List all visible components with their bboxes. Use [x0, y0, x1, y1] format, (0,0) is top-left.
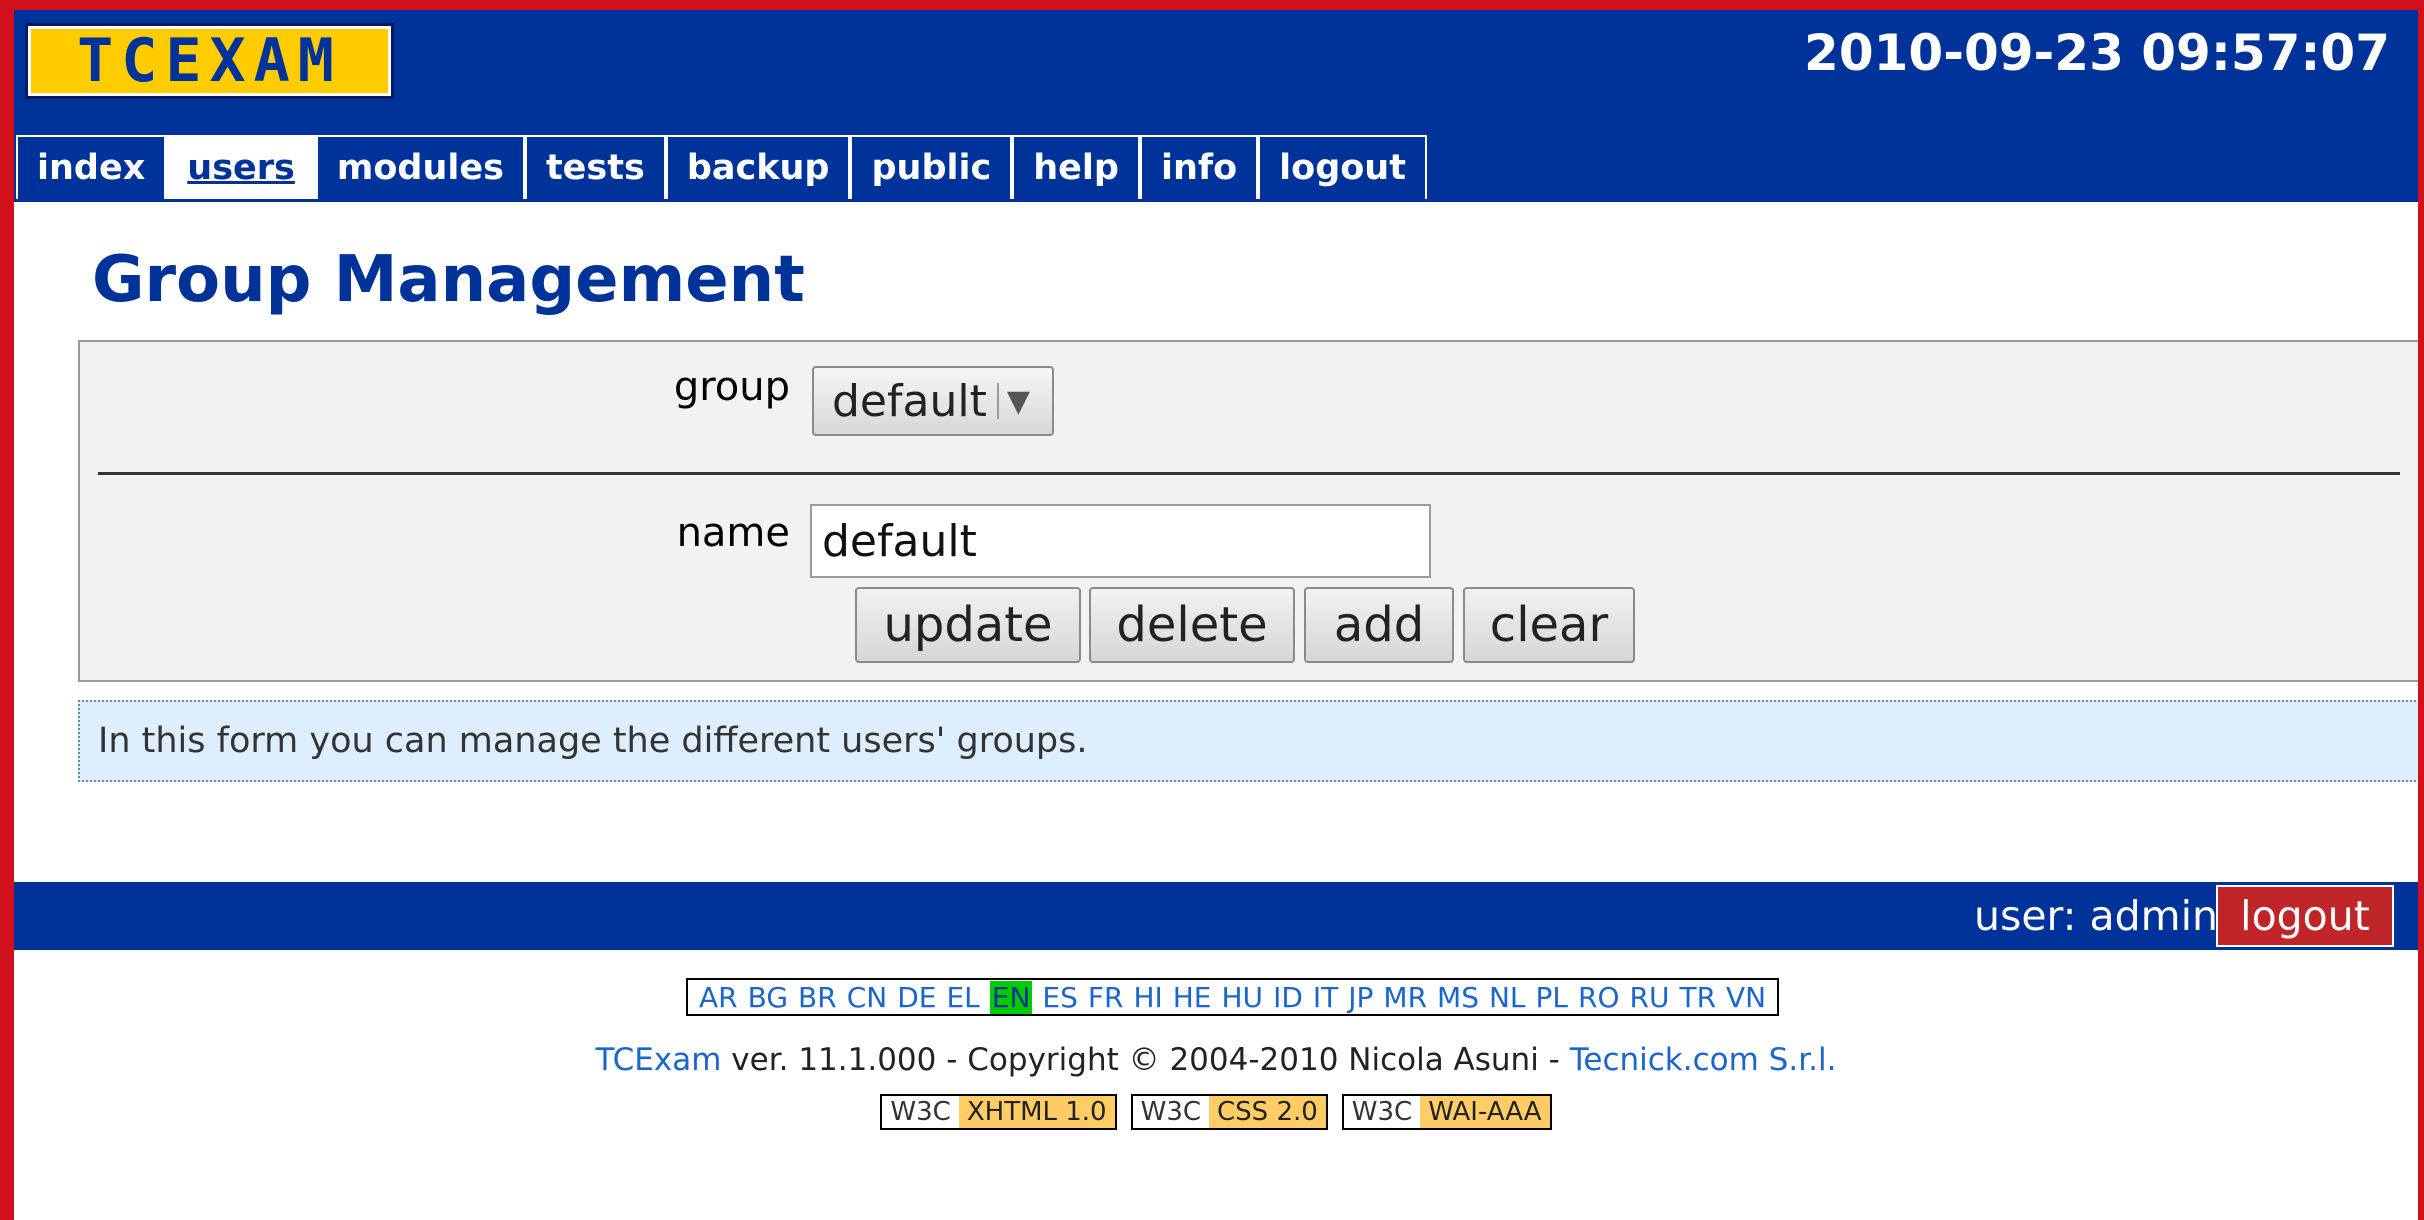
page-frame: TCEXAM 2010-09-23 09:57:07 index users m… — [0, 0, 2424, 1220]
dropdown-arrow-icon: ▼ — [1006, 383, 1030, 419]
tab-help[interactable]: help — [1012, 135, 1140, 199]
lang-link-vn[interactable]: VN — [1726, 981, 1766, 1014]
lang-link-jp[interactable]: JP — [1348, 981, 1373, 1014]
badge-w3c-label: W3C — [1132, 1096, 1210, 1128]
tcexam-link[interactable]: TCExam — [596, 1042, 722, 1078]
group-form: group default ▼ name update delete add c… — [78, 340, 2418, 682]
current-user: user: admin — [1973, 892, 2218, 940]
tab-tests[interactable]: tests — [524, 135, 666, 199]
tab-public[interactable]: public — [850, 135, 1013, 199]
group-select-value: default — [832, 375, 987, 427]
lang-link-en[interactable]: EN — [989, 980, 1033, 1014]
lang-link-cn[interactable]: CN — [847, 981, 888, 1014]
tab-users[interactable]: users — [166, 135, 316, 199]
lang-link-de[interactable]: DE — [897, 981, 936, 1014]
page-title: Group Management — [92, 243, 805, 317]
tcexam-logo[interactable]: TCEXAM — [25, 23, 394, 99]
lang-link-ms[interactable]: MS — [1437, 981, 1479, 1014]
w3c-wai-badge[interactable]: W3C WAI-AAA — [1341, 1094, 1552, 1130]
badge-xhtml-label: XHTML 1.0 — [958, 1096, 1115, 1128]
delete-button[interactable]: delete — [1089, 587, 1295, 663]
language-selector: AR BG BR CN DE EL EN ES FR HI HE HU ID IT JP MR MS NL PL RO… — [686, 978, 1780, 1016]
lang-link-mr[interactable]: MR — [1383, 981, 1427, 1014]
lang-link-ru[interactable]: RU — [1630, 981, 1670, 1014]
lang-link-bg[interactable]: BG — [748, 981, 788, 1014]
version-text: ver. 11.1.000 - Copyright © 2004-2010 Ni… — [721, 1042, 1570, 1078]
lang-link-br[interactable]: BR — [798, 981, 837, 1014]
lang-link-hi[interactable]: HI — [1133, 981, 1162, 1014]
lang-link-pl[interactable]: PL — [1536, 981, 1568, 1014]
lang-link-ro[interactable]: RO — [1578, 981, 1620, 1014]
copyright-line: TCExam ver. 11.1.000 - Copyright © 2004-… — [14, 1042, 2418, 1078]
tab-index[interactable]: index — [16, 135, 167, 199]
badge-wai-label: WAI-AAA — [1420, 1096, 1550, 1128]
user-bar: user: admin logout — [14, 882, 2418, 950]
tab-backup[interactable]: backup — [665, 135, 851, 199]
name-label: name — [676, 510, 790, 556]
datetime-clock: 2010-09-23 09:57:07 — [1804, 24, 2390, 82]
w3c-badges: W3C XHTML 1.0 W3C CSS 2.0 W3C WAI-AAA — [14, 1094, 2418, 1130]
name-input[interactable] — [810, 504, 1431, 578]
tab-logout[interactable]: logout — [1258, 135, 1427, 199]
lang-link-tr[interactable]: TR — [1679, 981, 1716, 1014]
lang-link-es[interactable]: ES — [1042, 981, 1077, 1014]
logo-text: TCEXAM — [77, 26, 342, 96]
w3c-xhtml-badge[interactable]: W3C XHTML 1.0 — [880, 1094, 1117, 1130]
update-button[interactable]: update — [855, 587, 1081, 663]
form-divider — [98, 472, 2400, 475]
main-menu: index users modules tests backup public … — [16, 135, 1427, 199]
lang-link-fr[interactable]: FR — [1088, 981, 1124, 1014]
badge-w3c-label: W3C — [1343, 1096, 1421, 1128]
tab-modules[interactable]: modules — [315, 135, 525, 199]
group-select[interactable]: default ▼ — [812, 366, 1054, 436]
logout-button[interactable]: logout — [2216, 885, 2394, 947]
lang-link-it[interactable]: IT — [1313, 981, 1338, 1014]
lang-link-el[interactable]: EL — [946, 981, 979, 1014]
lang-link-nl[interactable]: NL — [1489, 981, 1526, 1014]
header-bar: TCEXAM 2010-09-23 09:57:07 index users m… — [14, 10, 2418, 202]
badge-w3c-label: W3C — [882, 1096, 959, 1128]
badge-css-label: CSS 2.0 — [1209, 1096, 1326, 1128]
lang-link-id[interactable]: ID — [1273, 981, 1303, 1014]
lang-link-ar[interactable]: AR — [699, 981, 738, 1014]
add-button[interactable]: add — [1304, 587, 1454, 663]
tecnick-link[interactable]: Tecnick.com S.r.l. — [1570, 1042, 1837, 1078]
select-separator — [996, 383, 999, 419]
w3c-css-badge[interactable]: W3C CSS 2.0 — [1130, 1094, 1328, 1130]
clear-button[interactable]: clear — [1463, 587, 1635, 663]
lang-link-hu[interactable]: HU — [1222, 981, 1264, 1014]
lang-link-he[interactable]: HE — [1173, 981, 1212, 1014]
tab-info[interactable]: info — [1139, 135, 1259, 199]
help-box: In this form you can manage the differen… — [78, 700, 2418, 782]
group-label: group — [673, 364, 790, 410]
